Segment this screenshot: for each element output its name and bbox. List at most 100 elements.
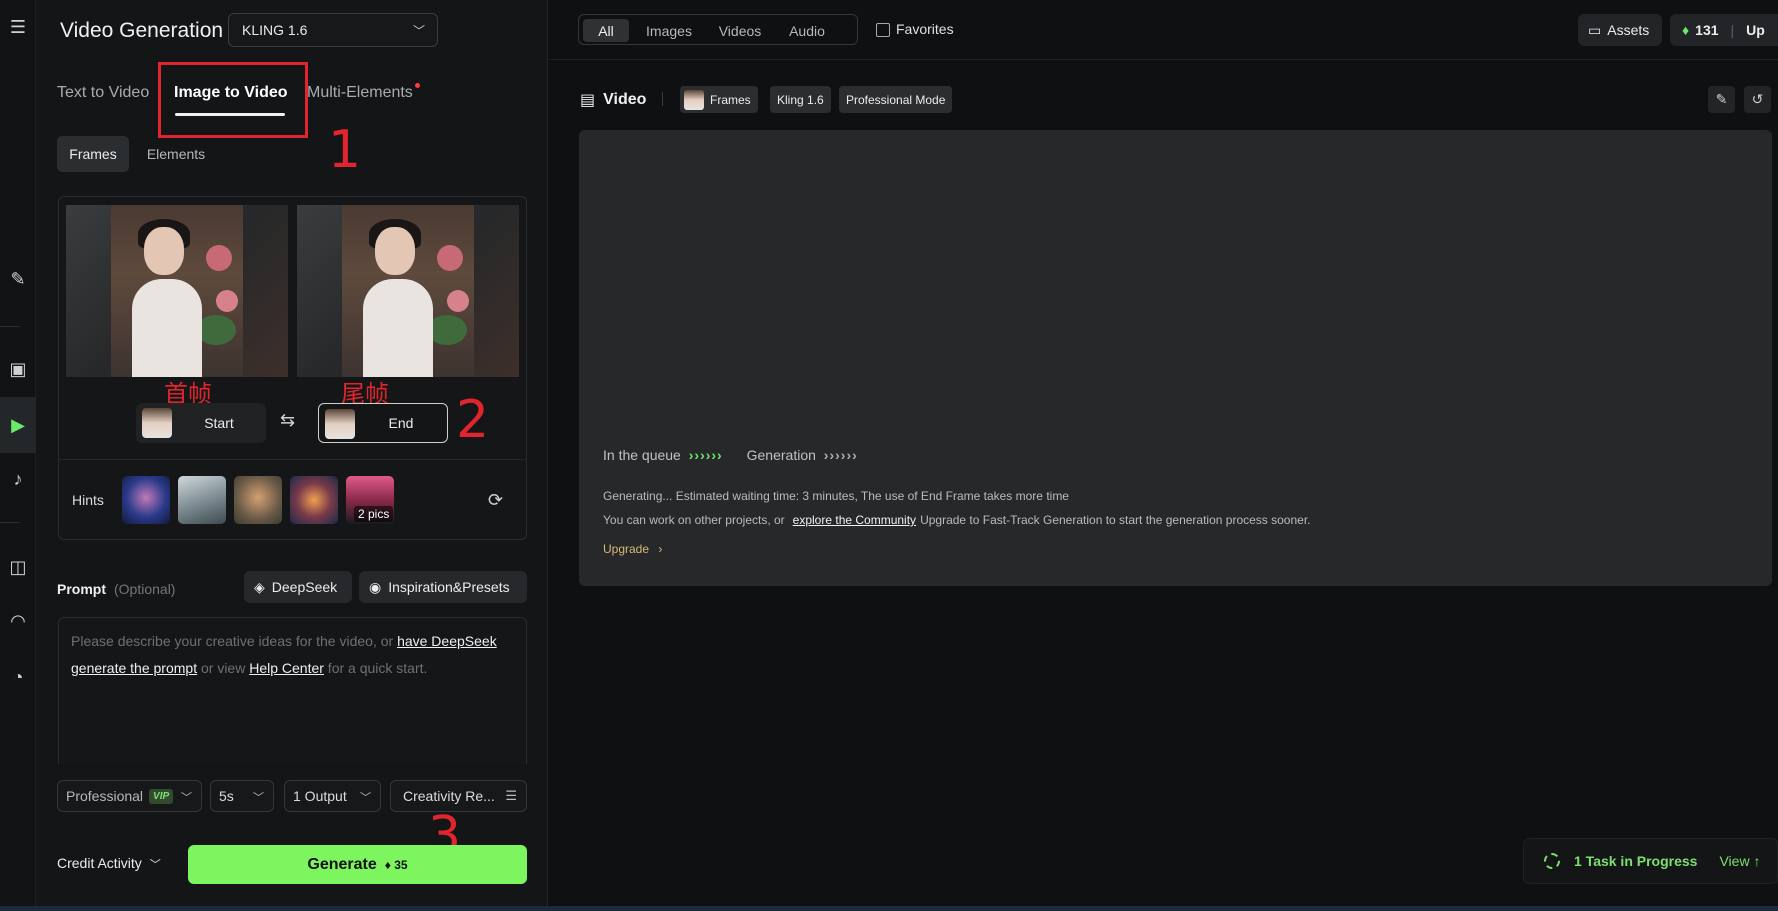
start-frame-image[interactable] xyxy=(66,205,288,377)
inspiration-label: Inspiration&Presets xyxy=(388,579,510,595)
chevron-right-icon: › xyxy=(658,542,663,556)
deepseek-whale-icon: ◈ xyxy=(254,578,265,595)
tag-frames: Frames xyxy=(680,86,758,113)
generation-step-label: Generation xyxy=(746,447,816,463)
filter-images[interactable]: Images xyxy=(635,19,703,42)
credit-cost: ♦ 35 xyxy=(385,858,408,872)
upgrade-link[interactable]: Upgrade › xyxy=(603,542,662,556)
assets-button[interactable]: ▭ Assets xyxy=(1578,14,1662,46)
work-suffix: Upgrade to Fast-Track Generation to star… xyxy=(920,513,1311,527)
history-icon[interactable]: ◔ xyxy=(0,662,36,692)
audio-icon[interactable]: ♪ xyxy=(0,464,36,494)
duration-select-value: 5s xyxy=(219,788,234,804)
folder-icon: ▭ xyxy=(1588,21,1602,38)
task-progress-toast[interactable]: 1 Task in Progress View ↑ xyxy=(1523,838,1778,884)
frames-tag-thumb xyxy=(684,89,704,110)
hint-thumbnail[interactable] xyxy=(234,476,282,524)
rail-divider xyxy=(0,522,20,523)
credits-balance[interactable]: ♦ 131 | Up xyxy=(1670,14,1778,46)
filter-tabs: All Images Videos Audio xyxy=(578,14,858,45)
upgrade-label: Upgrade xyxy=(603,542,650,556)
swap-icon[interactable]: ⇆ xyxy=(280,410,295,431)
chevron-down-icon: ﹀ xyxy=(360,792,371,804)
chevron-down-icon: ﹀ xyxy=(149,859,161,871)
annotation-number-2: 2 xyxy=(456,390,490,450)
tab-text-to-video[interactable]: Text to Video xyxy=(57,84,149,102)
queue-progress-arrows: ›››››› xyxy=(688,447,723,463)
hint-thumbnail[interactable] xyxy=(122,476,170,524)
vip-badge: VIP xyxy=(149,788,174,804)
assets-label: Assets xyxy=(1607,22,1650,38)
generation-info: Generating... Estimated waiting time: 3 … xyxy=(603,484,1311,532)
filter-videos[interactable]: Videos xyxy=(709,19,771,42)
output-count-value: 1 Output xyxy=(293,788,347,804)
end-frame-image[interactable] xyxy=(297,205,519,377)
prompt-label: Prompt xyxy=(57,581,106,597)
hint-thumbnail[interactable] xyxy=(290,476,338,524)
tab-multi-elements[interactable]: Multi-Elements xyxy=(307,84,413,102)
status-message: Generating... Estimated waiting time: 3 … xyxy=(603,489,1069,503)
prompt-textarea[interactable]: Please describe your creative ideas for … xyxy=(58,617,527,764)
start-frame-label: Start xyxy=(204,415,234,431)
hint-more-badge: 2 pics xyxy=(354,506,394,522)
window-bottom-edge xyxy=(0,906,1778,911)
upgrade-short-label[interactable]: Up xyxy=(1746,22,1765,38)
flame-icon: ♦ xyxy=(384,857,391,872)
generate-button[interactable]: Generate ♦ 35 xyxy=(188,845,527,884)
hint-thumbnail-more[interactable]: 2 pics xyxy=(346,476,394,524)
work-message: You can work on other projects, or explor… xyxy=(603,508,1311,532)
end-frame-thumb xyxy=(325,409,355,439)
model-select[interactable]: KLING 1.6 ﹀ xyxy=(228,13,438,47)
task-progress-label: 1 Task in Progress xyxy=(1574,853,1698,869)
video-section-label: Video xyxy=(603,91,647,108)
lips-icon[interactable]: ◠ xyxy=(0,606,36,636)
refresh-icon[interactable]: ⟳ xyxy=(488,490,503,511)
avatar-icon[interactable]: ◫ xyxy=(0,552,36,582)
explore-community-link[interactable]: explore the Community xyxy=(793,513,916,527)
prompt-placeholder: or view xyxy=(197,660,250,676)
deepseek-button[interactable]: ◈ DeepSeek xyxy=(244,571,352,603)
end-frame-button[interactable]: End xyxy=(318,403,448,443)
video-section-icon: ▤ xyxy=(580,92,596,109)
favorites-label: Favorites xyxy=(896,21,954,37)
new-badge-dot xyxy=(415,83,420,88)
subtab-elements[interactable]: Elements xyxy=(136,136,216,172)
mode-select[interactable]: Professional VIP ﹀ xyxy=(57,780,202,812)
inspiration-presets-button[interactable]: ◉ Inspiration&Presets xyxy=(359,571,527,603)
arrow-up-icon: ↑ xyxy=(1753,853,1761,869)
menu-icon[interactable]: ☰ xyxy=(0,12,36,42)
start-frame-button[interactable]: Start xyxy=(136,403,266,443)
image-icon[interactable]: ▣ xyxy=(0,354,36,384)
lightbulb-icon: ◉ xyxy=(369,578,382,595)
prompt-placeholder: Please describe your creative ideas for … xyxy=(71,633,398,649)
progress-steps: In the queue ›››››› Generation ›››››› xyxy=(603,447,858,463)
undo-icon[interactable]: ↺ xyxy=(1744,86,1771,113)
subtab-frames[interactable]: Frames xyxy=(57,136,129,172)
duration-select[interactable]: 5s ﹀ xyxy=(210,780,274,812)
credit-activity-label: Credit Activity xyxy=(57,855,142,871)
video-icon[interactable]: ▶ xyxy=(0,397,36,453)
results-area: All Images Videos Audio Favorites ▭ Asse… xyxy=(548,0,1778,911)
hint-thumbnail[interactable] xyxy=(178,476,226,524)
generation-panel: Video Generation KLING 1.6 ﹀ Text to Vid… xyxy=(36,0,548,911)
credit-activity-dropdown[interactable]: Credit Activity ﹀ xyxy=(57,855,161,872)
output-count-select[interactable]: 1 Output ﹀ xyxy=(284,780,381,812)
end-frame-label: End xyxy=(388,415,414,431)
generation-status-card: In the queue ›››››› Generation ›››››› Ge… xyxy=(579,130,1772,586)
edit-icon[interactable]: ✎ xyxy=(1708,86,1735,113)
credit-cost-value: 35 xyxy=(394,857,408,872)
top-bar: All Images Videos Audio Favorites ▭ Asse… xyxy=(548,0,1778,60)
magic-wand-icon[interactable]: ✎ xyxy=(0,264,36,294)
page-title: Video Generation xyxy=(60,19,224,42)
favorites-checkbox[interactable] xyxy=(876,23,890,37)
sliders-icon: ☰ xyxy=(505,788,517,803)
model-select-value: KLING 1.6 xyxy=(242,22,308,38)
filter-all[interactable]: All xyxy=(583,19,629,42)
filter-audio[interactable]: Audio xyxy=(777,19,837,42)
view-tasks-link[interactable]: View ↑ xyxy=(1719,853,1760,869)
annotation-box xyxy=(158,62,308,138)
help-center-link[interactable]: Help Center xyxy=(249,660,324,676)
generation-progress-arrows: ›››››› xyxy=(823,447,858,463)
frames-divider xyxy=(58,459,527,460)
queue-step-label: In the queue xyxy=(603,447,681,463)
